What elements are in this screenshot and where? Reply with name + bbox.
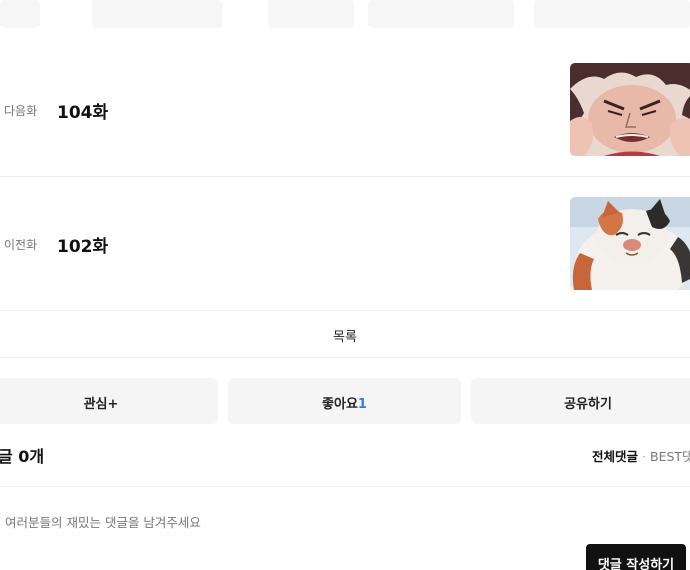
like-button[interactable]: 좋아요1 bbox=[228, 378, 461, 424]
prev-episode-label: 이전화 bbox=[4, 238, 38, 252]
sort-best-tab[interactable]: BEST댓 bbox=[650, 449, 690, 464]
like-label-wrap: 좋아요1 bbox=[322, 393, 367, 412]
comment-input[interactable]: 여러분들의 재밌는 댓글을 남겨주세요 bbox=[5, 512, 201, 531]
faded-block bbox=[368, 0, 514, 28]
next-episode-title: 104화 bbox=[57, 103, 109, 123]
comment-divider bbox=[0, 486, 690, 487]
next-episode-label: 다음화 bbox=[4, 104, 38, 118]
write-comment-label: 댓글 작성하기 bbox=[597, 558, 675, 570]
next-episode-thumbnail bbox=[570, 63, 690, 156]
share-label: 공유하기 bbox=[564, 397, 612, 412]
like-count: 1 bbox=[357, 397, 367, 412]
like-label: 좋아요 bbox=[322, 397, 358, 412]
sort-separator: · bbox=[642, 449, 646, 464]
sort-all-tab[interactable]: 전체댓글 bbox=[592, 449, 638, 464]
top-strip bbox=[0, 0, 690, 30]
next-episode-row[interactable]: 다음화 104화 bbox=[0, 42, 690, 177]
prev-episode-row[interactable]: 이전화 102화 bbox=[0, 177, 690, 311]
episode-list-label: 목록 bbox=[333, 330, 357, 345]
prev-episode-thumbnail bbox=[570, 197, 690, 290]
favorite-label: 관심+ bbox=[83, 397, 119, 412]
comment-sort-tabs: 전체댓글 · BEST댓 bbox=[592, 446, 690, 465]
episode-list-button[interactable]: 목록 bbox=[0, 311, 690, 358]
faded-block bbox=[268, 0, 354, 28]
comment-count: 글 0개 bbox=[0, 447, 45, 466]
prev-episode-title: 102화 bbox=[57, 237, 109, 257]
favorite-button[interactable]: 관심+ bbox=[0, 378, 218, 424]
share-button[interactable]: 공유하기 bbox=[471, 378, 690, 424]
faded-block bbox=[92, 0, 222, 28]
write-comment-button[interactable]: 댓글 작성하기 bbox=[586, 544, 686, 570]
faded-block bbox=[534, 0, 690, 28]
faded-block bbox=[0, 0, 40, 28]
